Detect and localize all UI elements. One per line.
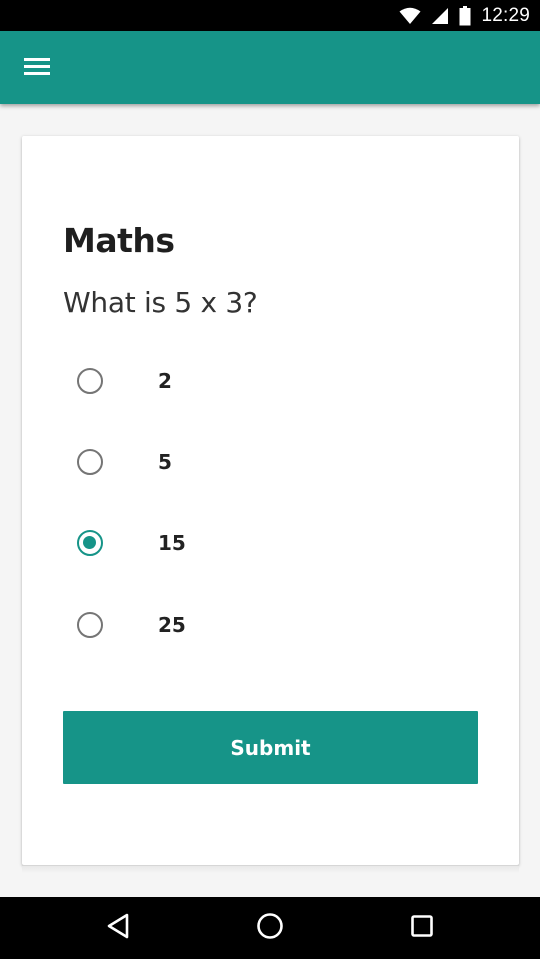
hamburger-menu-icon: [24, 56, 50, 81]
recents-button[interactable]: [382, 897, 462, 959]
battery-icon: [459, 5, 471, 26]
app-bar: [0, 31, 540, 104]
home-icon: [256, 912, 284, 945]
back-icon: [106, 913, 130, 944]
quiz-question: What is 5 x 3?: [63, 286, 258, 319]
radio-button[interactable]: [77, 449, 103, 475]
menu-button[interactable]: [14, 46, 60, 90]
option-5[interactable]: 5: [77, 437, 477, 487]
option-label: 2: [158, 369, 172, 393]
quiz-card: Maths What is 5 x 3? 2 5 15 25 Submit: [22, 136, 519, 865]
wifi-icon: [399, 7, 421, 25]
status-bar: 12:29: [0, 0, 540, 31]
option-label: 5: [158, 450, 172, 474]
status-time: 12:29: [481, 4, 530, 26]
option-15[interactable]: 15: [77, 518, 477, 568]
cellular-signal-icon: [431, 7, 449, 25]
back-button[interactable]: [78, 897, 158, 959]
radio-button[interactable]: [77, 612, 103, 638]
recents-icon: [410, 914, 434, 943]
radio-button[interactable]: [77, 368, 103, 394]
submit-button[interactable]: Submit: [63, 711, 478, 784]
option-25[interactable]: 25: [77, 600, 477, 650]
navigation-bar: [0, 897, 540, 959]
card-shadow: [22, 865, 519, 873]
option-label: 25: [158, 613, 186, 637]
option-2[interactable]: 2: [77, 356, 477, 406]
radio-button-selected[interactable]: [77, 530, 103, 556]
option-label: 15: [158, 531, 186, 555]
home-button[interactable]: [230, 897, 310, 959]
status-icons: 12:29: [399, 0, 530, 31]
quiz-title: Maths: [63, 221, 175, 260]
